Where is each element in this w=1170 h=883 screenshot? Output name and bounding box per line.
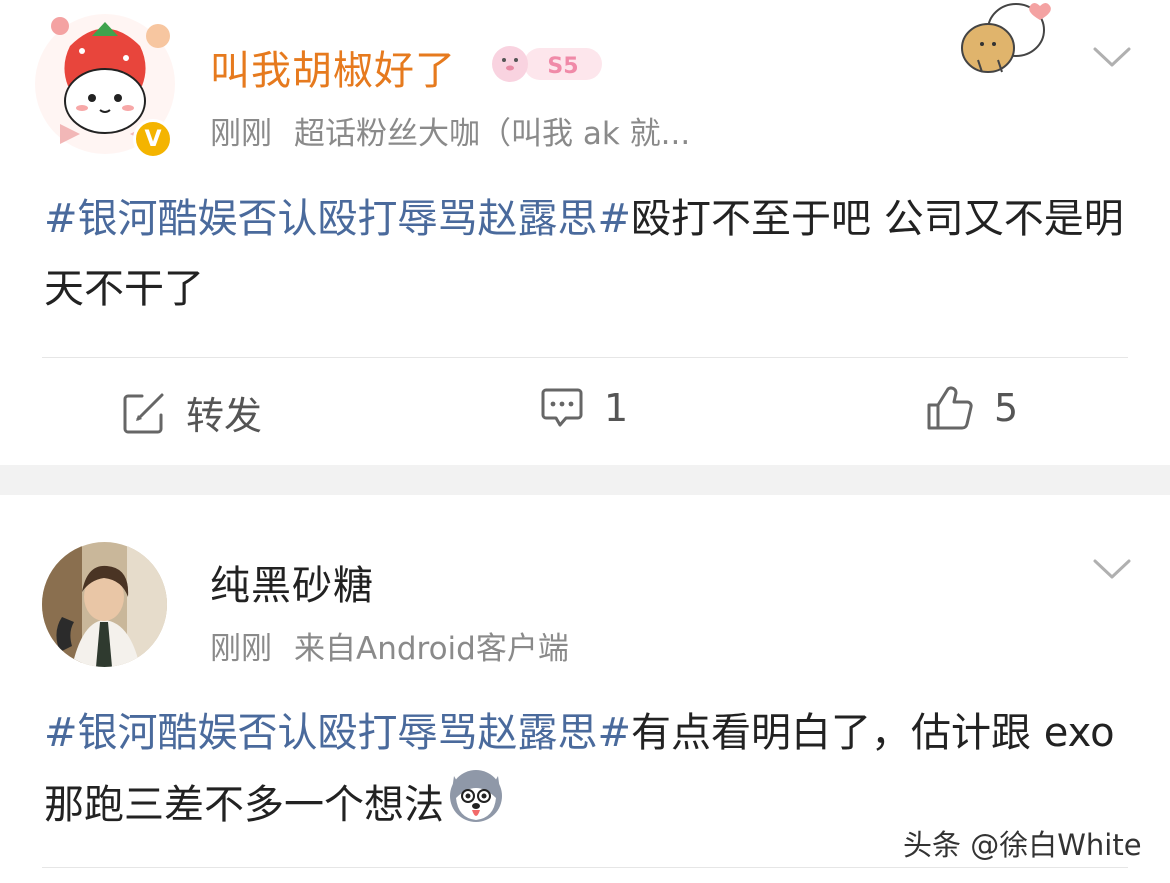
post-time: 刚刚 [210, 631, 272, 667]
divider [42, 867, 1128, 868]
post-content: #银河酷娱否认殴打辱骂赵露思#殴打不至于吧 公司又不是明天不干了 [44, 184, 1124, 324]
watermark: 头条 @徐白White [903, 828, 1142, 862]
post-card-1: V 叫我胡椒好了 S5 刚刚 超话粉丝大咖（叫我 ak 就... #银河酷娱否认殴… [0, 0, 1170, 465]
comment-icon [541, 388, 583, 427]
avatar[interactable] [42, 542, 167, 667]
repost-icon [123, 393, 164, 433]
repost-button[interactable]: 转发 [122, 385, 262, 440]
avatar-photo-image [42, 542, 167, 667]
husky-emoji-icon [448, 768, 504, 846]
author-name[interactable]: 纯黑砂糖 [210, 553, 374, 611]
svg-text:S5: S5 [547, 54, 578, 79]
like-count: 5 [994, 386, 1019, 430]
like-button[interactable]: 5 [926, 385, 1018, 431]
fan-level-badge: S5 [490, 40, 605, 88]
post-separator [0, 465, 1170, 495]
like-icon [927, 386, 973, 430]
verified-badge: V [133, 119, 173, 159]
comment-count: 1 [604, 386, 629, 430]
post-time: 刚刚 [210, 116, 272, 152]
chevron-down-icon[interactable] [1092, 557, 1132, 581]
author-name[interactable]: 叫我胡椒好了 [210, 38, 456, 96]
level-badge-icon: S5 [492, 46, 602, 82]
repost-label: 转发 [186, 394, 263, 438]
post-source: 来自Android客户端 [294, 631, 569, 667]
post-source: 超话粉丝大咖（叫我 ak 就... [294, 116, 691, 152]
post-meta: 刚刚 来自Android客户端 [210, 623, 569, 668]
bear-sticker-image [961, 3, 1051, 73]
chevron-down-icon[interactable] [1092, 45, 1132, 69]
hashtag-link[interactable]: #银河酷娱否认殴打辱骂赵露思# [44, 196, 631, 242]
comment-button[interactable]: 1 [540, 385, 628, 431]
hashtag-link[interactable]: #银河酷娱否认殴打辱骂赵露思# [44, 710, 631, 756]
divider [42, 357, 1128, 358]
post-meta: 刚刚 超话粉丝大咖（叫我 ak 就... [210, 108, 690, 153]
